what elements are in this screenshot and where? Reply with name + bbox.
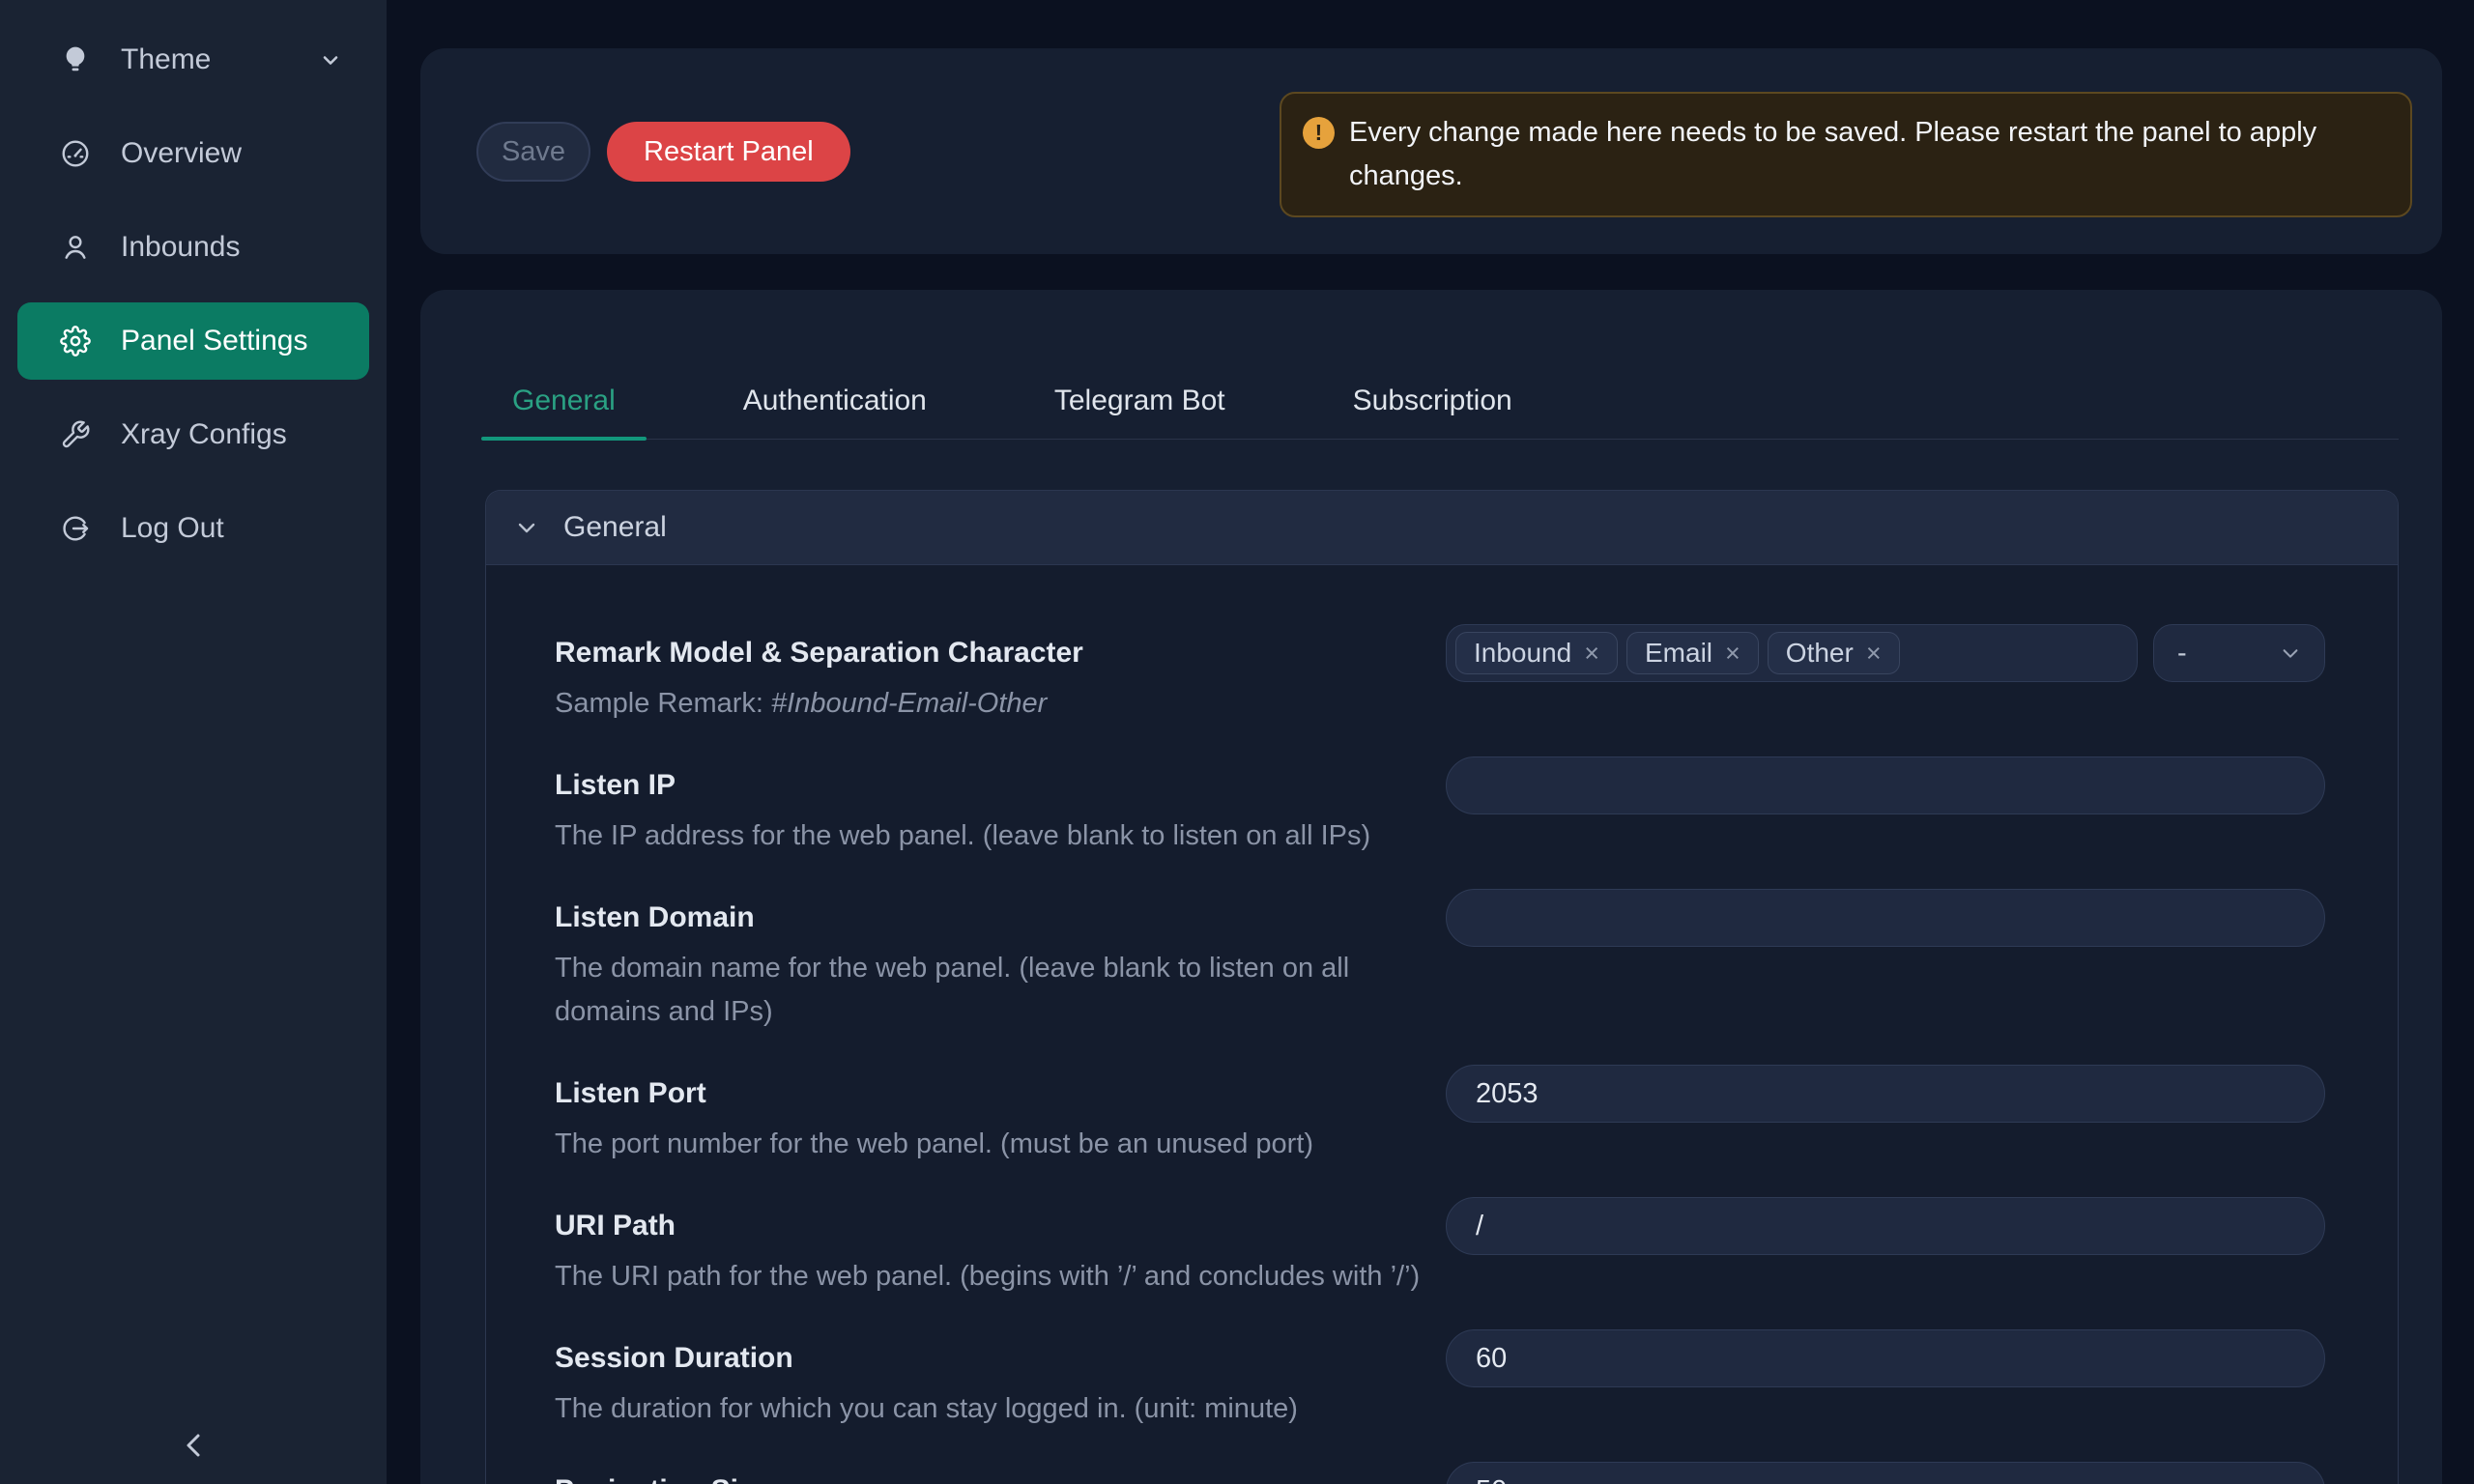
field-text: URI PathThe URI path for the web panel. … bbox=[555, 1197, 1446, 1298]
sidebar-item-label: Inbounds bbox=[121, 231, 240, 264]
field-control bbox=[1446, 889, 2325, 947]
field-description: The duration for which you can stay logg… bbox=[555, 1387, 1426, 1431]
field-label: Listen Domain bbox=[555, 889, 1426, 947]
pagination-size-input[interactable] bbox=[1446, 1462, 2325, 1484]
listen-port-input[interactable] bbox=[1446, 1065, 2325, 1123]
sidebar-item-label: Theme bbox=[121, 43, 211, 76]
form-row-listen-domain: Listen DomainThe domain name for the web… bbox=[555, 889, 2325, 1034]
field-control bbox=[1446, 1197, 2325, 1255]
field-control: Inbound × Email × Other × - bbox=[1446, 624, 2325, 682]
sidebar-item-label: Xray Configs bbox=[121, 418, 287, 451]
form-row-uri-path: URI PathThe URI path for the web panel. … bbox=[555, 1197, 2325, 1298]
field-description: Sample Remark: #Inbound-Email-Other bbox=[555, 682, 1426, 726]
restart-panel-button[interactable]: Restart Panel bbox=[607, 122, 850, 182]
sidebar-item-xray-configs[interactable]: Xray Configs bbox=[17, 396, 369, 473]
settings-tabs: General Authentication Telegram Bot Subscri… bbox=[481, 290, 2399, 440]
form-row-session-duration: Session DurationThe duration for which y… bbox=[555, 1329, 2325, 1431]
chevron-down-icon bbox=[515, 516, 538, 539]
form-row-pagination-size: Pagination Size bbox=[555, 1462, 2325, 1484]
warning-icon: ! bbox=[1303, 117, 1335, 149]
field-text: Session DurationThe duration for which y… bbox=[555, 1329, 1446, 1431]
tab-general[interactable]: General bbox=[481, 385, 647, 439]
field-label: URI Path bbox=[555, 1197, 1426, 1255]
uri-path-input[interactable] bbox=[1446, 1197, 2325, 1255]
field-label: Listen IP bbox=[555, 756, 1426, 814]
remove-tag-icon[interactable]: × bbox=[1866, 641, 1882, 667]
tab-telegram-bot[interactable]: Telegram Bot bbox=[1023, 385, 1256, 439]
warning-text: Every change made here needs to be saved… bbox=[1349, 111, 2316, 198]
field-text: Listen DomainThe domain name for the web… bbox=[555, 889, 1446, 1034]
tag-label: Inbound bbox=[1474, 638, 1571, 669]
field-control bbox=[1446, 1329, 2325, 1387]
general-section-title: General bbox=[563, 511, 667, 544]
sidebar-nav: Theme Overview Inbounds Panel Settings Xray … bbox=[0, 0, 387, 567]
remove-tag-icon[interactable]: × bbox=[1584, 641, 1599, 667]
form-row-listen-ip: Listen IPThe IP address for the web pane… bbox=[555, 756, 2325, 858]
field-description: The URI path for the web panel. (begins … bbox=[555, 1255, 1426, 1298]
sidebar-item-label: Log Out bbox=[121, 512, 224, 545]
sidebar: Theme Overview Inbounds Panel Settings Xray … bbox=[0, 0, 387, 1484]
tag-label: Email bbox=[1645, 638, 1712, 669]
field-description: The port number for the web panel. (must… bbox=[555, 1123, 1426, 1166]
listen-domain-input[interactable] bbox=[1446, 889, 2325, 947]
field-label: Pagination Size bbox=[555, 1462, 1426, 1484]
sidebar-collapse-button[interactable] bbox=[172, 1424, 215, 1467]
save-button[interactable]: Save bbox=[476, 122, 590, 182]
session-duration-input[interactable] bbox=[1446, 1329, 2325, 1387]
settings-card: General Authentication Telegram Bot Subscri… bbox=[420, 290, 2442, 1484]
listen-ip-input[interactable] bbox=[1446, 756, 2325, 814]
toolbar-buttons: Save Restart Panel bbox=[476, 122, 850, 182]
field-label: Listen Port bbox=[555, 1065, 1426, 1123]
chevron-down-icon bbox=[319, 48, 342, 71]
field-description: The domain name for the web panel. (leav… bbox=[555, 947, 1426, 1034]
sidebar-item-overview[interactable]: Overview bbox=[17, 115, 369, 192]
sidebar-item-logout[interactable]: Log Out bbox=[17, 490, 369, 567]
field-text: Listen PortThe port number for the web p… bbox=[555, 1065, 1446, 1166]
remove-tag-icon[interactable]: × bbox=[1725, 641, 1740, 667]
field-description: The IP address for the web panel. (leave… bbox=[555, 814, 1426, 858]
general-section-body: Remark Model & Separation CharacterSampl… bbox=[486, 565, 2398, 1484]
field-label: Remark Model & Separation Character bbox=[555, 624, 1426, 682]
main-content: Save Restart Panel ! Every change made h… bbox=[387, 0, 2474, 1484]
form-row-remark-model: Remark Model & Separation CharacterSampl… bbox=[555, 624, 2325, 726]
chevron-down-small-icon bbox=[2280, 642, 2301, 664]
remark-model-input[interactable]: Inbound × Email × Other × bbox=[1446, 624, 2138, 682]
field-control bbox=[1446, 756, 2325, 814]
toolbar-card: Save Restart Panel ! Every change made h… bbox=[420, 48, 2442, 254]
sample-remark: #Inbound-Email-Other bbox=[771, 688, 1047, 719]
general-section: General Remark Model & Separation Charac… bbox=[485, 490, 2399, 1484]
bulb-icon bbox=[60, 44, 91, 75]
tag-label: Other bbox=[1786, 638, 1854, 669]
field-control bbox=[1446, 1065, 2325, 1123]
sidebar-item-label: Panel Settings bbox=[121, 325, 307, 357]
user-icon bbox=[60, 232, 91, 263]
gear-icon bbox=[60, 326, 91, 357]
remark-tag-email[interactable]: Email × bbox=[1626, 632, 1759, 674]
tab-subscription[interactable]: Subscription bbox=[1322, 385, 1543, 439]
remark-tag-other[interactable]: Other × bbox=[1768, 632, 1900, 674]
wrench-icon bbox=[60, 419, 91, 450]
sidebar-item-inbounds[interactable]: Inbounds bbox=[17, 209, 369, 286]
field-control bbox=[1446, 1462, 2325, 1484]
separator-value: - bbox=[2177, 638, 2187, 670]
form-row-listen-port: Listen PortThe port number for the web p… bbox=[555, 1065, 2325, 1166]
sidebar-item-panel-settings[interactable]: Panel Settings bbox=[17, 302, 369, 380]
tab-authentication[interactable]: Authentication bbox=[712, 385, 958, 439]
logout-icon bbox=[60, 513, 91, 544]
sidebar-item-theme[interactable]: Theme bbox=[17, 21, 369, 99]
separator-select[interactable]: - bbox=[2153, 624, 2325, 682]
field-text: Remark Model & Separation CharacterSampl… bbox=[555, 624, 1446, 726]
general-section-header[interactable]: General bbox=[486, 491, 2398, 565]
sidebar-item-label: Overview bbox=[121, 137, 242, 170]
field-label: Session Duration bbox=[555, 1329, 1426, 1387]
dashboard-icon bbox=[60, 138, 91, 169]
field-text: Pagination Size bbox=[555, 1462, 1446, 1484]
remark-tag-inbound[interactable]: Inbound × bbox=[1455, 632, 1618, 674]
warning-alert: ! Every change made here needs to be sav… bbox=[1280, 92, 2412, 217]
field-text: Listen IPThe IP address for the web pane… bbox=[555, 756, 1446, 858]
